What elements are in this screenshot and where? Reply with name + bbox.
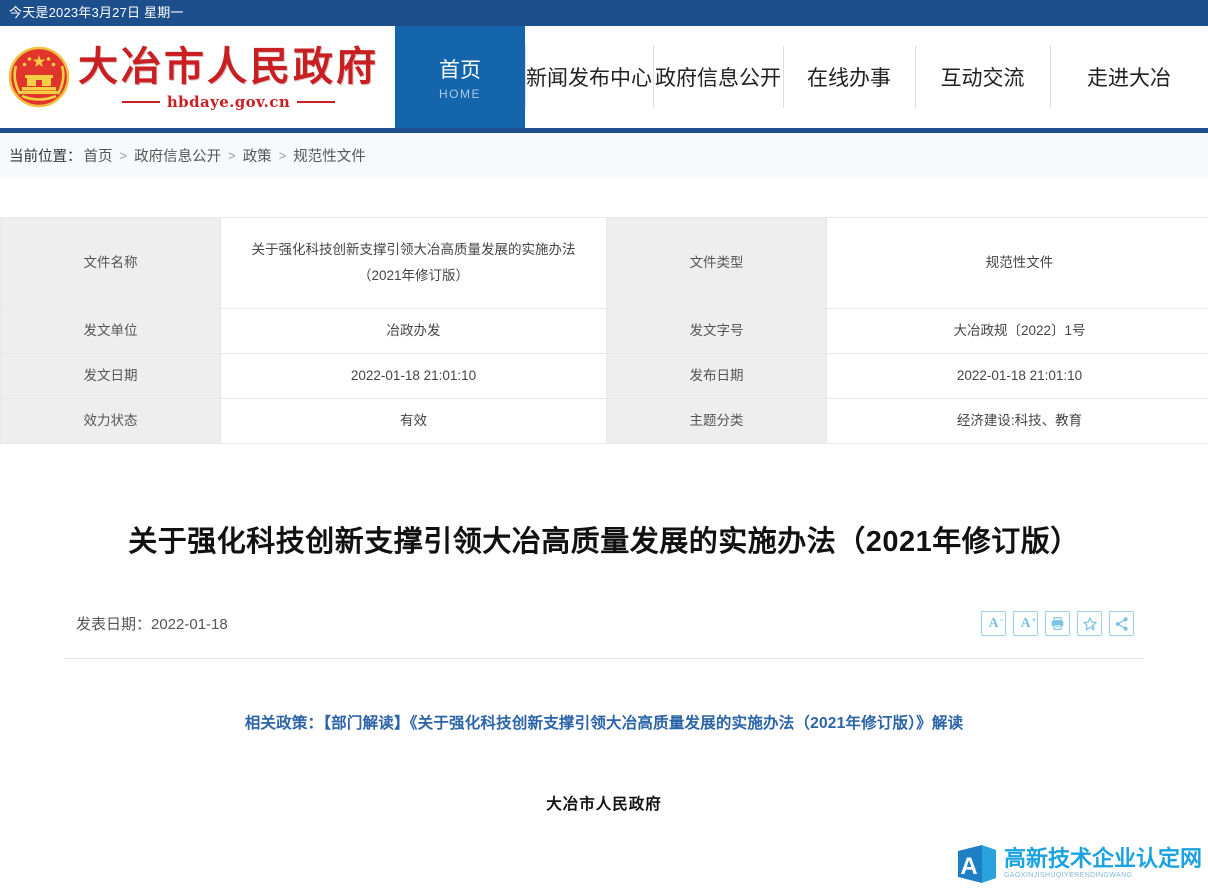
nav-item-home-sublabel: HOME: [439, 87, 481, 101]
document-signature: 大冶市人民政府: [64, 792, 1144, 814]
site-title: 大冶市人民政府: [78, 44, 379, 90]
main-navigation: 首页 HOME 新闻发布中心 政府信息公开 在线办事 互动交流 走进大冶: [395, 26, 1208, 128]
nav-item-home[interactable]: 首页 HOME: [395, 26, 525, 128]
meta-value-publish-date: 2022-01-18 21:01:10: [827, 354, 1208, 399]
watermark-pinyin: GAOXINJISHUQIYERENDINGWANG: [1004, 871, 1202, 881]
nav-item-news-center-label: 新闻发布中心: [526, 62, 652, 92]
table-row: 发文单位 冶政办发 发文字号 大冶政规〔2022〕1号: [1, 309, 1208, 354]
breadcrumb-item-normative-doc[interactable]: 规范性文件: [293, 145, 366, 166]
breadcrumb-item-home[interactable]: 首页: [84, 145, 113, 166]
nav-item-online-service-label: 在线办事: [807, 62, 891, 92]
font-decrease-icon[interactable]: A−: [981, 611, 1006, 636]
share-icon[interactable]: [1109, 611, 1134, 636]
breadcrumb-item-policy[interactable]: 政策: [243, 145, 272, 166]
article-meta-row: 发表日期：2022-01-18 A− A+: [64, 611, 1144, 636]
today-date-text: 今天是2023年3月27日 星期一: [9, 5, 184, 20]
article-divider: [64, 658, 1144, 659]
nav-item-gov-info-disclosure[interactable]: 政府信息公开: [653, 26, 783, 128]
breadcrumb-item-gov-info[interactable]: 政府信息公开: [134, 145, 221, 166]
breadcrumb-separator: >: [120, 148, 128, 163]
nav-item-interaction-label: 互动交流: [941, 62, 1025, 92]
breadcrumb-label: 当前位置：: [9, 145, 82, 166]
today-date-bar: 今天是2023年3月27日 星期一: [0, 0, 1208, 26]
meta-value-file-name-line1: 关于强化科技创新支撑引领大冶高质量发展的实施办法: [252, 242, 576, 257]
meta-label-validity-status: 效力状态: [1, 399, 221, 444]
site-brand[interactable]: 大冶市人民政府 hbdaye.gov.cn: [0, 26, 395, 128]
nav-item-about-daye-label: 走进大冶: [1087, 62, 1171, 92]
nav-item-interaction[interactable]: 互动交流: [915, 26, 1050, 128]
meta-value-subject-category: 经济建设:科技、教育: [827, 399, 1208, 444]
breadcrumb: 当前位置： 首页 > 政府信息公开 > 政策 > 规范性文件: [0, 133, 1208, 178]
meta-value-file-name: 关于强化科技创新支撑引领大冶高质量发展的实施办法 （2021年修订版）: [221, 218, 607, 309]
article: 关于强化科技创新支撑引领大冶高质量发展的实施办法（2021年修订版） 发表日期：…: [64, 444, 1144, 814]
page-body: 文件名称 关于强化科技创新支撑引领大冶高质量发展的实施办法 （2021年修订版）…: [0, 217, 1208, 888]
table-row: 文件名称 关于强化科技创新支撑引领大冶高质量发展的实施办法 （2021年修订版）…: [1, 218, 1208, 309]
nav-item-about-daye[interactable]: 走进大冶: [1050, 26, 1208, 128]
meta-value-issuing-unit: 冶政办发: [221, 309, 607, 354]
meta-label-document-number: 发文字号: [607, 309, 827, 354]
national-emblem-icon: [8, 46, 70, 108]
meta-label-publish-date: 发布日期: [607, 354, 827, 399]
font-increase-icon[interactable]: A+: [1013, 611, 1038, 636]
breadcrumb-separator: >: [228, 148, 236, 163]
breadcrumb-separator: >: [279, 148, 287, 163]
site-domain-row: hbdaye.gov.cn: [122, 93, 335, 111]
meta-label-issue-date: 发文日期: [1, 354, 221, 399]
brand-text-block: 大冶市人民政府 hbdaye.gov.cn: [78, 44, 379, 111]
table-row: 发文日期 2022-01-18 21:01:10 发布日期 2022-01-18…: [1, 354, 1208, 399]
nav-item-gov-info-disclosure-label: 政府信息公开: [655, 62, 781, 92]
watermark-title: 高新技术企业认定网: [1004, 847, 1202, 871]
related-policy-link[interactable]: 【部门解读】《关于强化科技创新支撑引领大冶高质量发展的实施办法（2021年修订版…: [323, 715, 963, 732]
article-publish-date: 发表日期：2022-01-18: [76, 613, 228, 634]
nav-item-home-label: 首页: [439, 54, 481, 84]
meta-label-file-name: 文件名称: [1, 218, 221, 309]
page-title: 关于强化科技创新支撑引领大冶高质量发展的实施办法（2021年修订版）: [64, 521, 1144, 563]
nav-item-online-service[interactable]: 在线办事: [783, 26, 915, 128]
meta-value-file-type: 规范性文件: [827, 218, 1208, 309]
document-metadata-table: 文件名称 关于强化科技创新支撑引领大冶高质量发展的实施办法 （2021年修订版）…: [0, 217, 1208, 444]
meta-value-file-name-line2: （2021年修订版）: [358, 268, 469, 283]
related-policy-row: 相关政策：【部门解读】《关于强化科技创新支撑引领大冶高质量发展的实施办法（202…: [64, 711, 1144, 733]
svg-text:A: A: [960, 853, 977, 880]
domain-rule-right: [297, 101, 335, 103]
meta-label-issuing-unit: 发文单位: [1, 309, 221, 354]
nav-item-news-center[interactable]: 新闻发布中心: [525, 26, 653, 128]
meta-value-issue-date: 2022-01-18 21:01:10: [221, 354, 607, 399]
meta-value-validity-status: 有效: [221, 399, 607, 444]
watermark-text-block: 高新技术企业认定网 GAOXINJISHUQIYERENDINGWANG: [1004, 847, 1202, 881]
related-policy-label: 相关政策：: [245, 715, 324, 732]
meta-label-subject-category: 主题分类: [607, 399, 827, 444]
table-row: 效力状态 有效 主题分类 经济建设:科技、教育: [1, 399, 1208, 444]
site-header: 大冶市人民政府 hbdaye.gov.cn 首页 HOME 新闻发布中心 政府信…: [0, 26, 1208, 128]
site-watermark: A 高新技术企业认定网 GAOXINJISHUQIYERENDINGWANG: [950, 839, 1208, 888]
meta-value-document-number: 大冶政规〔2022〕1号: [827, 309, 1208, 354]
print-icon[interactable]: [1045, 611, 1070, 636]
domain-rule-left: [122, 101, 160, 103]
site-domain: hbdaye.gov.cn: [167, 93, 290, 111]
article-tool-bar: A− A+: [981, 611, 1134, 636]
favorite-star-icon[interactable]: [1077, 611, 1102, 636]
meta-label-file-type: 文件类型: [607, 218, 827, 309]
